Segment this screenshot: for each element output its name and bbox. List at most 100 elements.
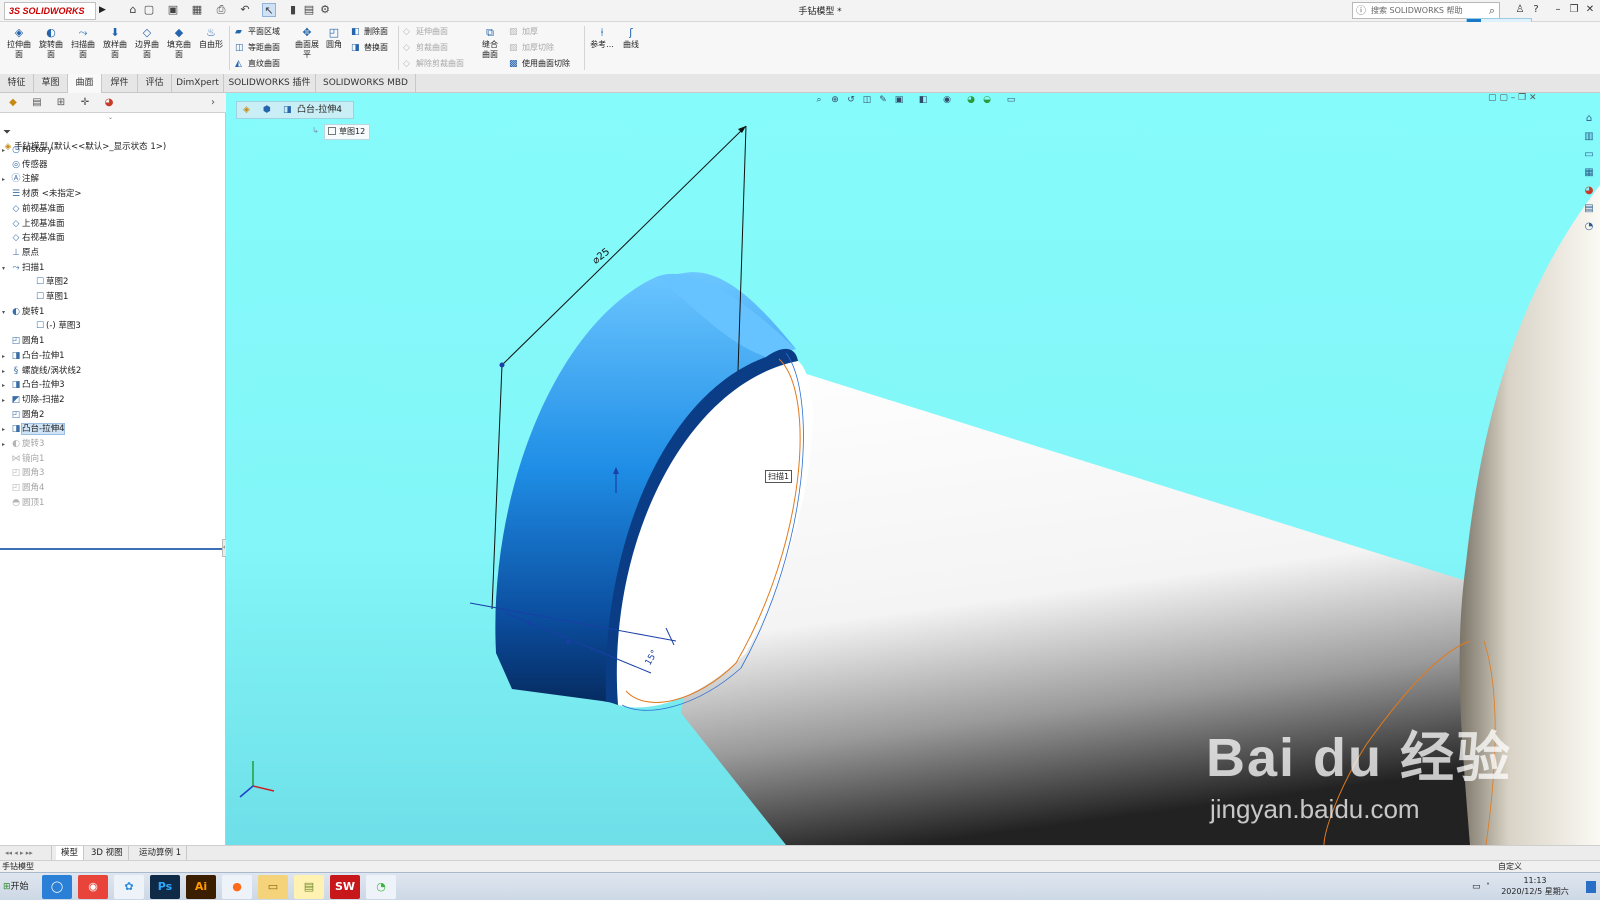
tree-item[interactable]: ◰ 圆角1	[2, 334, 45, 349]
feature-breadcrumb-icon[interactable]: ⬢	[263, 104, 271, 116]
close-icon[interactable]: ✕	[1584, 3, 1596, 17]
feature-tree-tab-icon[interactable]: ◆	[2, 95, 24, 111]
tab-evaluate[interactable]: 评估	[138, 74, 172, 93]
tab-scroll-arrows-icon[interactable]: ◂◂ ◂ ▸ ▸▸	[0, 846, 52, 860]
view-settings-icon[interactable]: ▭	[1005, 94, 1017, 106]
options-gear-icon[interactable]: ⚙	[318, 3, 332, 17]
rebuild-icon[interactable]: ▮	[286, 3, 300, 17]
ruled-surface-button[interactable]: ◭ 直纹曲面	[235, 57, 280, 71]
tab-dimxpert[interactable]: DimXpert	[172, 74, 224, 93]
appearances-icon[interactable]: ◕	[1581, 183, 1597, 199]
tree-item[interactable]: ☐ (-) 草图3	[26, 319, 81, 334]
thicken-button[interactable]: ▨ 加厚	[509, 25, 538, 39]
tree-expander-icon[interactable]: ▸	[2, 393, 10, 408]
tree-item[interactable]: ⊥ 原点	[2, 246, 39, 261]
loft-surface-button[interactable]: ⬇ 放样曲 面	[100, 27, 130, 60]
print-icon[interactable]: ⎙	[214, 3, 228, 17]
tree-item[interactable]: ▸ ◷ History	[2, 143, 52, 158]
boundary-surface-button[interactable]: ◇ 边界曲 面	[132, 27, 162, 60]
tree-expander-icon[interactable]: ▾	[2, 305, 10, 320]
zoom-area-icon[interactable]: ⊕	[829, 94, 841, 106]
planar-surface-button[interactable]: ▰ 平面区域	[235, 25, 280, 39]
illustrator-icon[interactable]: Ai	[186, 875, 216, 899]
display-style-icon[interactable]: ◧	[917, 94, 929, 106]
tree-expander-icon[interactable]: ▸	[2, 143, 10, 158]
extrude-surface-button[interactable]: ◈ 拉伸曲 面	[4, 27, 34, 60]
tree-expander-icon[interactable]: ▾	[2, 261, 10, 276]
tree-item[interactable]: ▸ § 螺旋线/涡状线2	[2, 364, 81, 379]
replace-face-button[interactable]: ◨ 替换面	[351, 41, 388, 55]
tree-item[interactable]: ◰ 圆角2	[2, 408, 45, 423]
viewport-window-controls[interactable]: ▢ ▢ – ❐ ✕	[1488, 93, 1537, 103]
start-button[interactable]: ⊞开始	[1, 876, 37, 898]
tree-item[interactable]: ▸ ◩ 切除-扫描2	[2, 393, 64, 408]
tab-surfaces[interactable]: 曲面	[68, 74, 102, 93]
breadcrumb-sketch[interactable]: 草图12	[324, 124, 370, 140]
help-search-input[interactable]: ⓘ 搜索 SOLIDWORKS 帮助 ⌕	[1352, 2, 1500, 19]
tree-item[interactable]: ◇ 上视基准面	[2, 217, 65, 232]
flatten-surface-button[interactable]: ✥ 曲面展 平	[292, 27, 322, 60]
tree-item[interactable]: ☐ 草图1	[26, 290, 68, 305]
new-document-icon[interactable]: ▢	[142, 3, 156, 17]
tab-solidworks-mbd[interactable]: SOLIDWORKS MBD	[316, 74, 416, 93]
revolve-surface-button[interactable]: ◐ 旋转曲 面	[36, 27, 66, 60]
tree-item[interactable]: ▾ ◐ 旋转1	[2, 305, 44, 320]
tree-item[interactable]: ▸ ◐ 旋转3	[2, 437, 44, 452]
reference-geometry-button[interactable]: ⍿ 参考...	[588, 27, 616, 50]
browser-360-icon[interactable]: ◯	[42, 875, 72, 899]
extend-surface-button[interactable]: ◇ 延伸曲面	[403, 25, 448, 39]
dimxpert-manager-tab-icon[interactable]: ✛	[74, 95, 96, 111]
tab-solidworks-addins[interactable]: SOLIDWORKS 插件	[224, 74, 316, 93]
display-manager-tab-icon[interactable]: ◕	[98, 95, 120, 111]
property-manager-tab-icon[interactable]: ▤	[26, 95, 48, 111]
design-library-icon[interactable]: ▥	[1581, 129, 1597, 145]
sweep-surface-button[interactable]: ⤳ 扫描曲 面	[68, 27, 98, 60]
fillet-button[interactable]: ◰ 圆角	[322, 27, 346, 50]
select-pointer-icon[interactable]: ↖	[262, 3, 276, 17]
firefox-icon[interactable]: ●	[222, 875, 252, 899]
freeform-button[interactable]: ♨ 自由形	[196, 27, 226, 50]
help-icon[interactable]: ?	[1530, 3, 1542, 17]
chrome-icon[interactable]: ◉	[78, 875, 108, 899]
tab-3d-views[interactable]: 3D 视图	[86, 846, 129, 860]
user-icon[interactable]: ♙	[1514, 3, 1526, 17]
tray-expand-icon[interactable]: ˄	[1486, 882, 1490, 891]
tree-item[interactable]: ▾ ⤳ 扫描1	[2, 261, 44, 276]
view-palette-icon[interactable]: ▦	[1581, 165, 1597, 181]
zoom-to-fit-icon[interactable]: ⌕	[813, 94, 825, 106]
forum-icon[interactable]: ◔	[1581, 219, 1597, 235]
undo-icon[interactable]: ↶	[238, 3, 252, 17]
tree-expander-icon[interactable]: ▸	[2, 422, 10, 437]
dynamic-annotation-icon[interactable]: ✎	[877, 94, 889, 106]
knit-surface-button[interactable]: ⧉ 缝合 曲面	[476, 27, 504, 60]
edit-appearance-icon[interactable]: ◕	[965, 94, 977, 106]
menu-expand-arrow-icon[interactable]: ▶	[99, 5, 106, 15]
tab-features[interactable]: 特征	[0, 74, 34, 93]
apply-scene-icon[interactable]: ◒	[981, 94, 993, 106]
custom-properties-icon[interactable]: ▤	[1581, 201, 1597, 217]
hide-show-items-icon[interactable]: ◉	[941, 94, 953, 106]
file-explorer-pane-icon[interactable]: ▭	[1581, 147, 1597, 163]
panel-splitter-icon[interactable]: ⌄	[108, 114, 113, 121]
home-icon[interactable]: ⌂	[126, 3, 140, 17]
file-properties-icon[interactable]: ▤	[302, 3, 316, 17]
tree-item[interactable]: ◰ 圆角4	[2, 481, 45, 496]
file-explorer-icon[interactable]: ▭	[258, 875, 288, 899]
delete-face-button[interactable]: ◧ 删除面	[351, 25, 388, 39]
cut-with-surface-button[interactable]: ▩ 使用曲面切除	[509, 57, 570, 71]
previous-view-icon[interactable]: ↺	[845, 94, 857, 106]
baidu-netdisk-icon[interactable]: ✿	[114, 875, 144, 899]
save-icon[interactable]: ▦	[190, 3, 204, 17]
wechat-icon[interactable]: ◔	[366, 875, 396, 899]
keyboard-icon[interactable]: ▭	[1472, 882, 1481, 892]
search-icon[interactable]: ⌕	[1489, 3, 1495, 18]
tab-weldments[interactable]: 焊件	[102, 74, 138, 93]
part-breadcrumb-icon[interactable]: ◈	[243, 104, 250, 116]
tab-sketch[interactable]: 草图	[34, 74, 68, 93]
tree-expander-icon[interactable]: ▸	[2, 437, 10, 452]
configuration-manager-tab-icon[interactable]: ⊞	[50, 95, 72, 111]
tree-item[interactable]: ☐ 草图2	[26, 275, 68, 290]
solidworks-logo[interactable]: 3S SOLIDWORKS	[4, 2, 96, 20]
tab-motion-study[interactable]: 运动算例 1	[134, 846, 188, 860]
tab-model[interactable]: 模型	[56, 846, 85, 860]
